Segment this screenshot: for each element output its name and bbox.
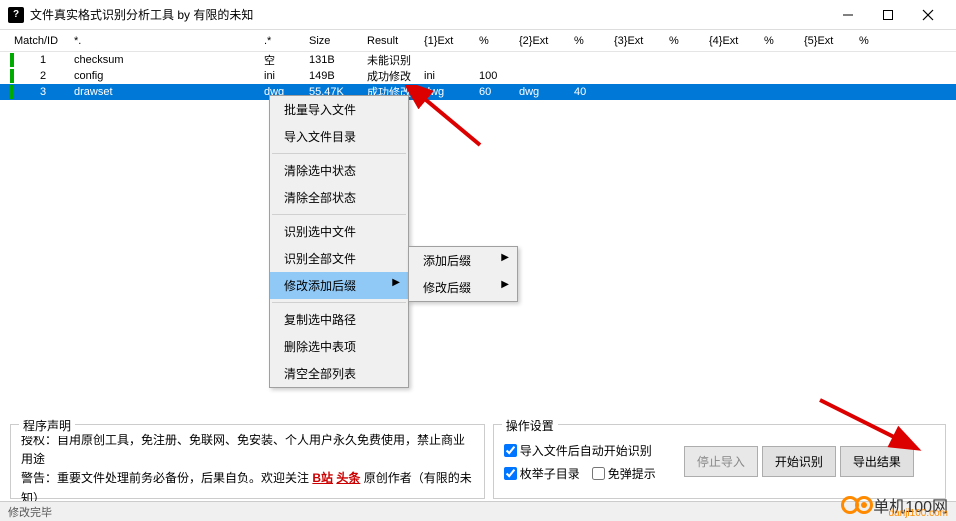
checkbox-label: 导入文件后自动开始识别 (520, 442, 652, 459)
table-body: 1 checksum 空 131B 未能识别 2 config ini 149B… (0, 52, 956, 100)
operations-panel: 操作设置 导入文件后自动开始识别 枚举子目录 免弹提示 停止导入 开始识别 导出… (493, 424, 946, 499)
col-p5[interactable]: % (855, 35, 895, 47)
menu-clear-all-list[interactable]: 清空全部列表 (270, 360, 408, 387)
declaration-panel: 程序声明 授权：自用原创工具，免注册、免联网、免安装、个人用户永久免费使用，禁止… (10, 424, 485, 499)
title-bar: ? 文件真实格式识别分析工具 by 有限的未知 (0, 0, 956, 30)
cell-p1: 60 (475, 86, 515, 98)
cell-ext: 空 (260, 52, 305, 68)
row-marker (10, 69, 14, 83)
menu-label: 修改后缀 (423, 281, 471, 295)
panel-title: 程序声明 (19, 417, 75, 436)
cell-ext: ini (260, 70, 305, 82)
col-p1[interactable]: % (475, 35, 515, 47)
cell-result: 成功修改 (363, 68, 420, 84)
col-ext[interactable]: .* (260, 35, 305, 47)
checkbox-label: 枚举子目录 (520, 465, 580, 482)
col-p3[interactable]: % (665, 35, 705, 47)
menu-copy-path[interactable]: 复制选中路径 (270, 306, 408, 333)
cell-e1: ini (420, 70, 475, 82)
menu-batch-import[interactable]: 批量导入文件 (270, 96, 408, 123)
stop-import-button: 停止导入 (684, 446, 758, 477)
menu-label: 修改添加后缀 (284, 279, 356, 293)
app-icon: ? (8, 7, 24, 23)
checkbox-label: 免弹提示 (608, 465, 656, 482)
bilibili-link[interactable]: B站 (312, 471, 333, 485)
cell-name: checksum (70, 54, 260, 66)
menu-import-dir[interactable]: 导入文件目录 (270, 123, 408, 150)
table-row[interactable]: 1 checksum 空 131B 未能识别 (0, 52, 956, 68)
chevron-right-icon: ▶ (392, 277, 400, 288)
cell-p2: 40 (570, 86, 610, 98)
table-row-selected[interactable]: 3 drawset dwg 55.47K 成功修改 dwg 60 dwg 40 (0, 84, 956, 100)
col-e1[interactable]: {1}Ext (420, 35, 475, 47)
cell-size: 131B (305, 54, 363, 66)
watermark: 单机100网 danji100.com (841, 493, 948, 517)
menu-clear-sel-state[interactable]: 清除选中状态 (270, 157, 408, 184)
col-e5[interactable]: {5}Ext (800, 35, 855, 47)
col-p2[interactable]: % (570, 35, 610, 47)
menu-detect-selected[interactable]: 识别选中文件 (270, 218, 408, 245)
col-p4[interactable]: % (760, 35, 800, 47)
menu-label: 添加后缀 (423, 254, 471, 268)
col-name[interactable]: *. (70, 35, 260, 47)
cell-name: drawset (70, 86, 260, 98)
row-marker (10, 53, 14, 67)
auto-detect-checkbox[interactable]: 导入文件后自动开始识别 (504, 442, 656, 459)
decl-line1: 授权：自用原创工具，免注册、免联网、免安装、个人用户永久免费使用，禁止商业用途 (21, 431, 474, 469)
watermark-url: danji100.com (889, 508, 948, 519)
cell-p1: 100 (475, 70, 515, 82)
col-match[interactable]: Match/ID (10, 35, 70, 47)
cell-result: 未能识别 (363, 52, 420, 68)
minimize-button[interactable] (828, 1, 868, 29)
menu-separator (272, 214, 406, 215)
col-e3[interactable]: {3}Ext (610, 35, 665, 47)
menu-detect-all[interactable]: 识别全部文件 (270, 245, 408, 272)
panel-title: 操作设置 (502, 417, 558, 434)
chevron-right-icon: ▶ (501, 279, 509, 290)
cell-size: 149B (305, 70, 363, 82)
start-detect-button[interactable]: 开始识别 (762, 446, 836, 477)
submenu-modify-suffix[interactable]: 修改后缀 ▶ (409, 274, 517, 301)
status-bar: 修改完毕 (0, 501, 956, 521)
context-menu: 批量导入文件 导入文件目录 清除选中状态 清除全部状态 识别选中文件 识别全部文… (269, 95, 409, 388)
cell-id: 3 (16, 86, 70, 98)
enum-subdir-checkbox[interactable]: 枚举子目录 (504, 465, 580, 482)
window-title: 文件真实格式识别分析工具 by 有限的未知 (30, 6, 828, 23)
col-size[interactable]: Size (305, 35, 363, 47)
toutiao-link[interactable]: 头条 (336, 471, 360, 485)
table-header: Match/ID *. .* Size Result {1}Ext % {2}E… (0, 30, 956, 52)
cell-id: 1 (16, 54, 70, 66)
no-popup-checkbox[interactable]: 免弹提示 (592, 465, 656, 482)
cell-e2: dwg (515, 86, 570, 98)
cell-name: config (70, 70, 260, 82)
row-marker (10, 85, 14, 99)
cell-id: 2 (16, 70, 70, 82)
menu-separator (272, 153, 406, 154)
cell-e1: dwg (420, 86, 475, 98)
col-result[interactable]: Result (363, 35, 420, 47)
menu-clear-all-state[interactable]: 清除全部状态 (270, 184, 408, 211)
table-row[interactable]: 2 config ini 149B 成功修改 ini 100 (0, 68, 956, 84)
menu-delete-selected[interactable]: 删除选中表项 (270, 333, 408, 360)
watermark-logo-icon (841, 496, 869, 514)
chevron-right-icon: ▶ (501, 252, 509, 263)
maximize-button[interactable] (868, 1, 908, 29)
export-result-button[interactable]: 导出结果 (840, 446, 914, 477)
close-button[interactable] (908, 1, 948, 29)
menu-modify-suffix[interactable]: 修改添加后缀 ▶ (270, 272, 408, 299)
menu-separator (272, 302, 406, 303)
col-e2[interactable]: {2}Ext (515, 35, 570, 47)
context-submenu: 添加后缀 ▶ 修改后缀 ▶ (408, 246, 518, 302)
col-e4[interactable]: {4}Ext (705, 35, 760, 47)
decl-text: 警告：重要文件处理前务必备份，后果自负。欢迎关注 (21, 471, 312, 485)
submenu-add-suffix[interactable]: 添加后缀 ▶ (409, 247, 517, 274)
